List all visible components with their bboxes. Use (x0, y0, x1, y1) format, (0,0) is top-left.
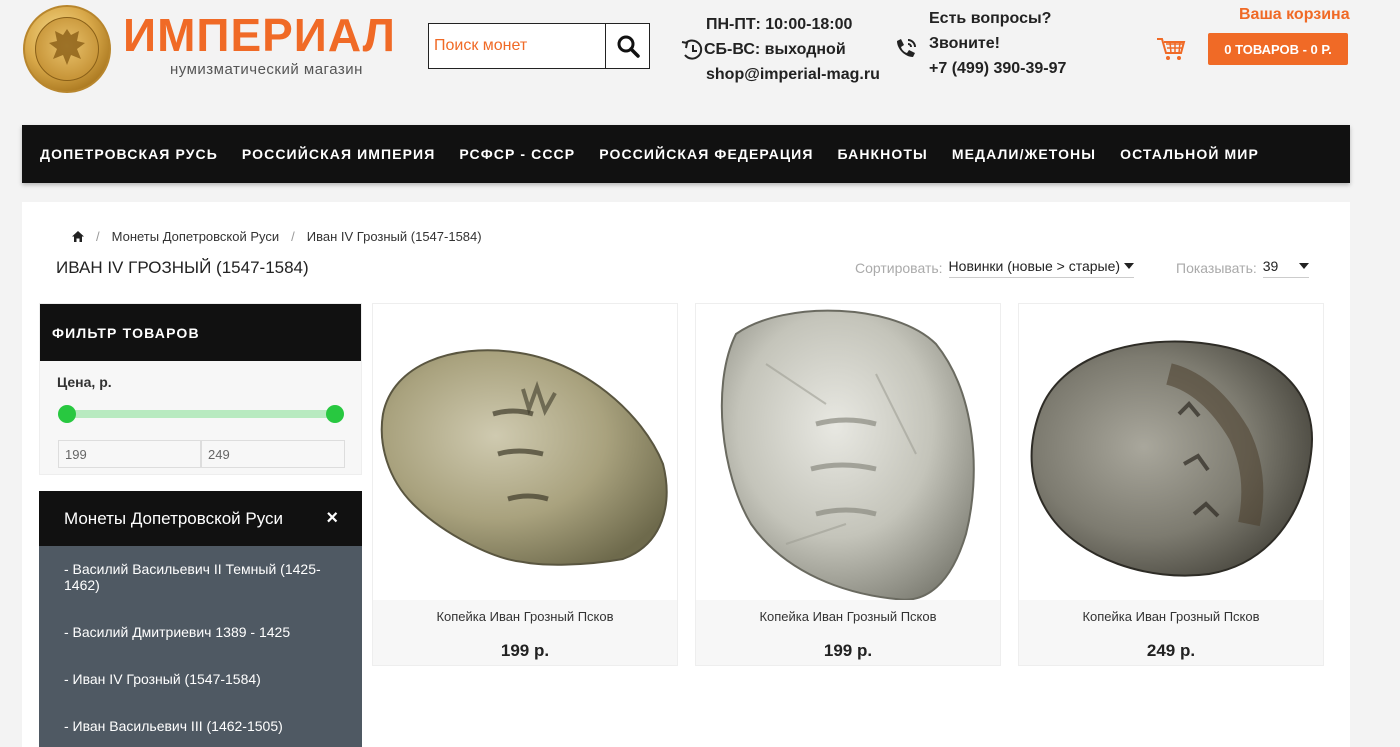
clock-icon (681, 39, 703, 59)
sort-value: Новинки (новые > старые) (948, 258, 1121, 274)
nav-item-russian-empire[interactable]: РОССИЙСКАЯ ИМПЕРИЯ (242, 146, 436, 162)
hours-weekdays: ПН-ПТ: 10:00-18:00 (706, 16, 853, 33)
product-name[interactable]: Копейка Иван Грозный Псков (373, 609, 677, 624)
product-name[interactable]: Копейка Иван Грозный Псков (696, 609, 1000, 624)
product-image[interactable] (373, 304, 677, 600)
product-image[interactable] (696, 304, 1000, 600)
email-link[interactable]: shop@imperial-mag.ru (680, 62, 880, 87)
page-title: ИВАН IV ГРОЗНЫЙ (1547-1584) (56, 258, 309, 277)
close-icon[interactable]: × (326, 507, 338, 530)
show-control: Показывать: 39 (1176, 258, 1309, 278)
cart-label[interactable]: Ваша корзина (1239, 6, 1350, 24)
product-name[interactable]: Копейка Иван Грозный Псков (1019, 609, 1323, 624)
search-button[interactable] (605, 24, 649, 68)
nav-item-banknotes[interactable]: БАНКНОТЫ (837, 146, 927, 162)
category-title: Монеты Допетровской Руси (64, 508, 284, 528)
price-inputs (58, 440, 345, 468)
logo-coin[interactable] (23, 5, 111, 93)
nav-item-prepetrine-rus[interactable]: ДОПЕТРОВСКАЯ РУСЬ (40, 146, 218, 162)
search-input[interactable] (429, 24, 605, 68)
breadcrumb-separator: / (96, 229, 100, 244)
breadcrumb-level2: Иван IV Грозный (1547-1584) (306, 229, 482, 244)
category-header: Монеты Допетровской Руси × (39, 491, 362, 546)
chevron-down-icon (1124, 263, 1135, 269)
breadcrumb-separator: / (291, 229, 295, 244)
questions-text: Есть вопросы? (929, 10, 1052, 27)
chevron-down-icon (1298, 263, 1309, 269)
sort-control: Сортировать: Новинки (новые > старые) (855, 258, 1135, 278)
product-price: 249 р. (1146, 641, 1196, 660)
price-slider-min-handle[interactable] (58, 405, 76, 423)
main-nav: ДОПЕТРОВСКАЯ РУСЬ РОССИЙСКАЯ ИМПЕРИЯ РСФ… (22, 125, 1350, 183)
category-item[interactable]: - Иван IV Грозный (1547-1584) (64, 671, 324, 687)
sort-label: Сортировать: (855, 260, 943, 276)
cart-icon[interactable] (1156, 36, 1186, 62)
product-card[interactable]: Копейка Иван Грозный Псков 199 р. (372, 303, 678, 666)
product-price: 199 р. (500, 641, 550, 660)
phone-icon (897, 39, 916, 57)
price-max-input[interactable] (201, 440, 345, 468)
content-panel: / Монеты Допетровской Руси / Иван IV Гро… (22, 202, 1350, 747)
cart-button[interactable]: 0 ТОВАРОВ - 0 Р. (1208, 33, 1348, 65)
contact-block: Есть вопросы? Звоните! +7 (499) 390-39-9… (893, 6, 1066, 81)
category-item[interactable]: - Василий Дмитриевич 1389 - 1425 (64, 624, 324, 640)
show-select[interactable]: 39 (1262, 258, 1309, 278)
phone-number[interactable]: +7 (499) 390-39-97 (893, 56, 1066, 81)
logo-title[interactable]: ИМПЕРИАЛ (123, 10, 396, 60)
coin-image (380, 349, 668, 566)
nav-item-russian-federation[interactable]: РОССИЙСКАЯ ФЕДЕРАЦИЯ (599, 146, 813, 162)
show-value: 39 (1262, 258, 1279, 274)
price-label: Цена, р. (57, 374, 112, 390)
category-menu: Монеты Допетровской Руси × - Василий Вас… (39, 491, 362, 747)
product-filter: ФИЛЬТР ТОВАРОВ Цена, р. (39, 303, 362, 475)
search-box (428, 23, 650, 69)
filter-title: ФИЛЬТР ТОВАРОВ (40, 304, 361, 361)
price-slider[interactable] (58, 405, 344, 423)
nav-item-rest-of-world[interactable]: ОСТАЛЬНОЙ МИР (1120, 146, 1259, 162)
search-icon (617, 35, 640, 58)
price-slider-max-handle[interactable] (326, 405, 344, 423)
nav-item-medals[interactable]: МЕДАЛИ/ЖЕТОНЫ (952, 146, 1096, 162)
eagle-icon (49, 29, 85, 65)
coin-image (1030, 340, 1313, 577)
product-card[interactable]: Копейка Иван Грозный Псков 199 р. (695, 303, 1001, 666)
category-item[interactable]: - Иван Васильевич III (1462-1505) (64, 718, 324, 734)
sort-select[interactable]: Новинки (новые > старые) (948, 258, 1135, 278)
category-item[interactable]: - Василий Васильевич II Темный (1425-146… (64, 561, 324, 593)
product-price: 199 р. (823, 641, 873, 660)
working-hours: ПН-ПТ: 10:00-18:00 СБ-ВС: выходной shop@… (680, 12, 880, 87)
call-text: Звоните! (929, 35, 1000, 52)
breadcrumb-level1[interactable]: Монеты Допетровской Руси (112, 229, 280, 244)
product-image[interactable] (1019, 304, 1323, 600)
hours-weekend: СБ-ВС: выходной (704, 41, 846, 58)
coin-image (720, 309, 975, 600)
logo-subtitle: нумизматический магазин (170, 61, 363, 78)
nav-item-rsfsr-ussr[interactable]: РСФСР - СССР (459, 146, 575, 162)
product-card[interactable]: Копейка Иван Грозный Псков 249 р. (1018, 303, 1324, 666)
breadcrumb: / Монеты Допетровской Руси / Иван IV Гро… (72, 229, 482, 244)
show-label: Показывать: (1176, 260, 1257, 276)
price-slider-track (58, 410, 344, 418)
home-icon[interactable] (72, 231, 84, 242)
price-min-input[interactable] (58, 440, 201, 468)
